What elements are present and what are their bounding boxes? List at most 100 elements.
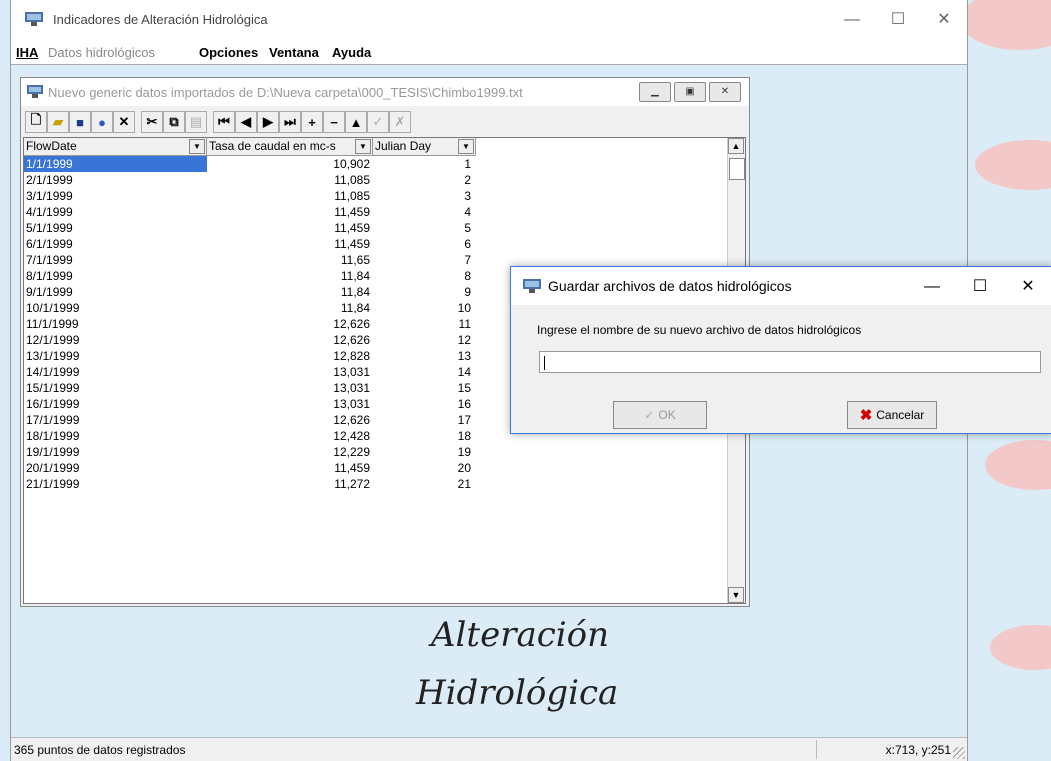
maximize-button[interactable]: ☐: [875, 8, 921, 32]
table-cell[interactable]: 10/1/1999: [24, 300, 207, 316]
table-cell[interactable]: 12,626: [207, 332, 373, 348]
minimize-button[interactable]: —: [829, 8, 875, 32]
scroll-up-icon[interactable]: ▲: [728, 138, 744, 154]
table-row[interactable]: 15/1/1999 13,031 15: [24, 380, 476, 396]
table-cell[interactable]: 21: [373, 476, 476, 492]
scroll-down-icon[interactable]: ▼: [728, 587, 744, 603]
table-cell[interactable]: 19: [373, 444, 476, 460]
dropdown-arrow-icon[interactable]: ▼: [189, 139, 205, 154]
table-row[interactable]: 2/1/1999 11,085 2: [24, 172, 476, 188]
table-cell[interactable]: 11,84: [207, 284, 373, 300]
table-cell[interactable]: 1/1/1999: [24, 156, 207, 172]
menu-ventana[interactable]: Ventana: [269, 45, 319, 60]
table-cell[interactable]: 7: [373, 252, 476, 268]
table-cell[interactable]: 14/1/1999: [24, 364, 207, 380]
table-cell[interactable]: 8: [373, 268, 476, 284]
table-cell[interactable]: 20: [373, 460, 476, 476]
table-cell[interactable]: 13/1/1999: [24, 348, 207, 364]
ok-button[interactable]: ✓ OK: [613, 401, 707, 429]
table-cell[interactable]: 16/1/1999: [24, 396, 207, 412]
table-row[interactable]: 11/1/1999 12,626 11: [24, 316, 476, 332]
table-cell[interactable]: 11/1/1999: [24, 316, 207, 332]
table-cell[interactable]: 20/1/1999: [24, 460, 207, 476]
table-cell[interactable]: 3: [373, 188, 476, 204]
table-row[interactable]: 19/1/1999 12,229 19: [24, 444, 476, 460]
table-cell[interactable]: 4: [373, 204, 476, 220]
table-cell[interactable]: 10: [373, 300, 476, 316]
table-cell[interactable]: 18: [373, 428, 476, 444]
table-cell[interactable]: 1: [373, 156, 476, 172]
prev-record-icon[interactable]: ◀: [235, 111, 257, 133]
table-cell[interactable]: 12,828: [207, 348, 373, 364]
table-cell[interactable]: 14: [373, 364, 476, 380]
table-cell[interactable]: 11,84: [207, 268, 373, 284]
table-row[interactable]: 7/1/1999 11,65 7: [24, 252, 476, 268]
table-row[interactable]: 16/1/1999 13,031 16: [24, 396, 476, 412]
cancel-edit-icon[interactable]: ✗: [389, 111, 411, 133]
menu-opciones[interactable]: Opciones: [199, 45, 258, 60]
post-edit-icon[interactable]: ✓: [367, 111, 389, 133]
table-cell[interactable]: 12,229: [207, 444, 373, 460]
table-row[interactable]: 9/1/1999 11,84 9: [24, 284, 476, 300]
table-cell[interactable]: 9/1/1999: [24, 284, 207, 300]
table-cell[interactable]: 16: [373, 396, 476, 412]
open-folder-icon[interactable]: ▰: [47, 111, 69, 133]
next-record-icon[interactable]: ▶: [257, 111, 279, 133]
table-cell[interactable]: 12,626: [207, 412, 373, 428]
table-cell[interactable]: 11,459: [207, 204, 373, 220]
table-row[interactable]: 3/1/1999 11,085 3: [24, 188, 476, 204]
table-row[interactable]: 8/1/1999 11,84 8: [24, 268, 476, 284]
child-title-bar[interactable]: Nuevo generic datos importados de D:\Nue…: [21, 78, 749, 106]
first-record-icon[interactable]: ⏮: [213, 111, 235, 133]
resize-grip-icon[interactable]: [953, 747, 965, 759]
table-cell[interactable]: 13,031: [207, 364, 373, 380]
table-cell[interactable]: 17: [373, 412, 476, 428]
table-row[interactable]: 21/1/1999 11,272 21: [24, 476, 476, 492]
table-cell[interactable]: 13,031: [207, 380, 373, 396]
edit-record-icon[interactable]: ▲: [345, 111, 367, 133]
table-row[interactable]: 14/1/1999 13,031 14: [24, 364, 476, 380]
table-cell[interactable]: 2/1/1999: [24, 172, 207, 188]
table-row[interactable]: 4/1/1999 11,459 4: [24, 204, 476, 220]
table-row[interactable]: 10/1/1999 11,84 10: [24, 300, 476, 316]
globe-icon[interactable]: ●: [91, 111, 113, 133]
dropdown-arrow-icon[interactable]: ▼: [355, 139, 371, 154]
table-cell[interactable]: 12/1/1999: [24, 332, 207, 348]
column-header-flowdate[interactable]: FlowDate ▼: [24, 138, 207, 155]
child-close-button[interactable]: ✕: [709, 82, 741, 102]
table-cell[interactable]: 11,459: [207, 460, 373, 476]
child-minimize-button[interactable]: ▁: [639, 82, 671, 102]
table-cell[interactable]: 11,459: [207, 236, 373, 252]
menu-iha[interactable]: IHA: [16, 45, 38, 60]
cancel-button[interactable]: ✖ Cancelar: [847, 401, 937, 429]
menu-ayuda[interactable]: Ayuda: [332, 45, 371, 60]
table-cell[interactable]: 3/1/1999: [24, 188, 207, 204]
insert-record-icon[interactable]: +: [301, 111, 323, 133]
table-cell[interactable]: 11,085: [207, 188, 373, 204]
filename-input[interactable]: [539, 351, 1041, 373]
table-row[interactable]: 12/1/1999 12,626 12: [24, 332, 476, 348]
table-cell[interactable]: 7/1/1999: [24, 252, 207, 268]
save-icon[interactable]: ■: [69, 111, 91, 133]
table-row[interactable]: 20/1/1999 11,459 20: [24, 460, 476, 476]
table-cell[interactable]: 11,459: [207, 220, 373, 236]
cut-icon[interactable]: ✂: [141, 111, 163, 133]
table-cell[interactable]: 13: [373, 348, 476, 364]
dropdown-arrow-icon[interactable]: ▼: [458, 139, 474, 154]
table-cell[interactable]: 11,272: [207, 476, 373, 492]
new-file-icon[interactable]: 🗋: [25, 111, 47, 133]
table-cell[interactable]: 4/1/1999: [24, 204, 207, 220]
copy-icon[interactable]: ⧉: [163, 111, 185, 133]
table-cell[interactable]: 18/1/1999: [24, 428, 207, 444]
table-cell[interactable]: 12,428: [207, 428, 373, 444]
table-cell[interactable]: 13,031: [207, 396, 373, 412]
table-cell[interactable]: 2: [373, 172, 476, 188]
table-cell[interactable]: 21/1/1999: [24, 476, 207, 492]
table-cell[interactable]: 11: [373, 316, 476, 332]
table-cell[interactable]: 11,65: [207, 252, 373, 268]
table-cell[interactable]: 11,84: [207, 300, 373, 316]
paste-icon[interactable]: ▤: [185, 111, 207, 133]
table-cell[interactable]: 17/1/1999: [24, 412, 207, 428]
dialog-title-bar[interactable]: Guardar archivos de datos hidrológicos —…: [511, 267, 1051, 305]
table-cell[interactable]: 9: [373, 284, 476, 300]
